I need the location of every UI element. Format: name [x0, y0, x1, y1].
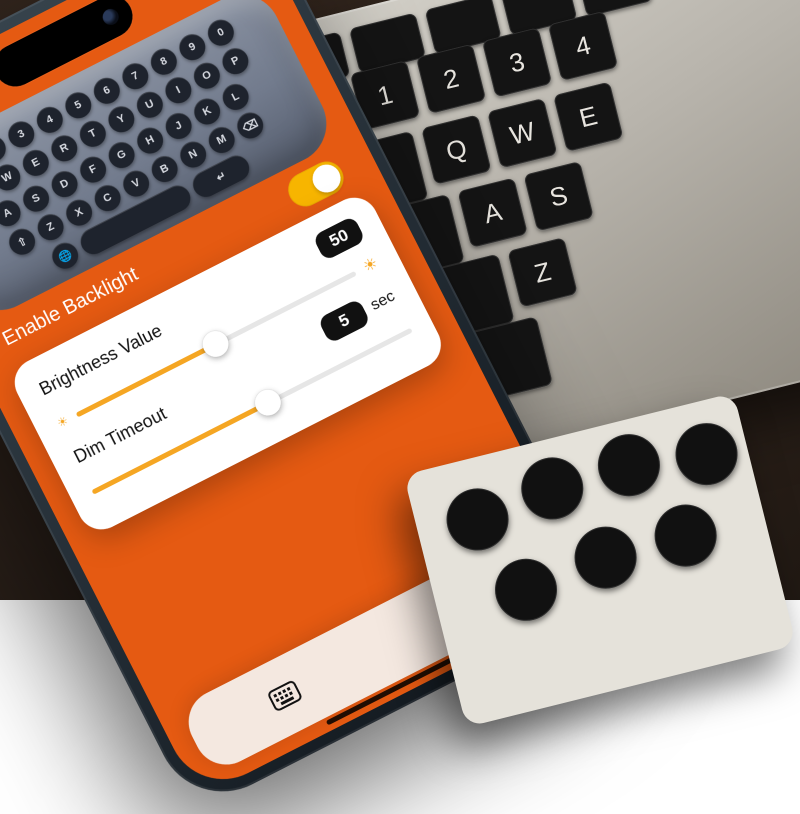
ext-key: 3	[482, 27, 552, 97]
mini-key: 9	[175, 30, 210, 65]
ext-key: Q	[421, 114, 491, 184]
mini-key: ⇧	[5, 224, 40, 259]
dim-timeout-unit: sec	[368, 288, 398, 315]
ext-key: 4	[548, 11, 618, 81]
ext-key: E	[553, 82, 623, 152]
mini-key: C	[90, 181, 125, 216]
mini-key: 7	[118, 59, 153, 94]
mini-key: E	[18, 145, 53, 180]
mini-key: J	[161, 108, 196, 143]
mini-key: ⌫	[233, 108, 268, 143]
mini-key: I	[161, 73, 196, 108]
mini-key: P	[218, 44, 253, 79]
mini-key: Z	[33, 210, 68, 245]
mini-key: 🌐	[48, 238, 83, 273]
mini-key: O	[189, 58, 224, 93]
mini-key: 3	[4, 117, 39, 152]
mini-key: 6	[89, 73, 124, 108]
mini-key: F	[76, 152, 111, 187]
ext-key: S	[524, 161, 594, 231]
toggle-knob	[308, 160, 346, 198]
mini-key: U	[132, 87, 167, 122]
mini-key: S	[19, 181, 54, 216]
mini-key: L	[218, 79, 253, 114]
mini-key: A	[0, 196, 25, 231]
ext-key: Z	[507, 237, 577, 307]
mini-key: V	[119, 166, 154, 201]
mini-key: W	[0, 160, 25, 195]
slider-thumb[interactable]	[198, 326, 233, 361]
mini-key: H	[133, 123, 168, 158]
mini-key: 8	[146, 44, 181, 79]
mini-key: D	[47, 167, 82, 202]
ext-key: 2	[416, 44, 486, 114]
sun-small-icon: ☀︎	[55, 413, 71, 430]
mini-key: B	[147, 152, 182, 187]
mini-key: 5	[61, 88, 96, 123]
mini-key: K	[190, 94, 225, 129]
signal-icon	[151, 0, 181, 2]
mini-key: T	[75, 116, 110, 151]
mini-key: M	[204, 122, 239, 157]
mini-key: R	[47, 131, 82, 166]
mini-key: 0	[203, 15, 238, 50]
ext-key: W	[487, 98, 557, 168]
mini-key: G	[104, 138, 139, 173]
tab-keyboard[interactable]	[178, 617, 392, 776]
mini-key: 4	[32, 102, 67, 137]
mini-key: N	[176, 137, 211, 172]
slider-thumb[interactable]	[250, 385, 285, 420]
sun-large-icon: ☀︎	[360, 253, 382, 277]
mini-key: Y	[104, 102, 139, 137]
mini-key: X	[62, 195, 97, 230]
ext-key: A	[458, 177, 528, 247]
